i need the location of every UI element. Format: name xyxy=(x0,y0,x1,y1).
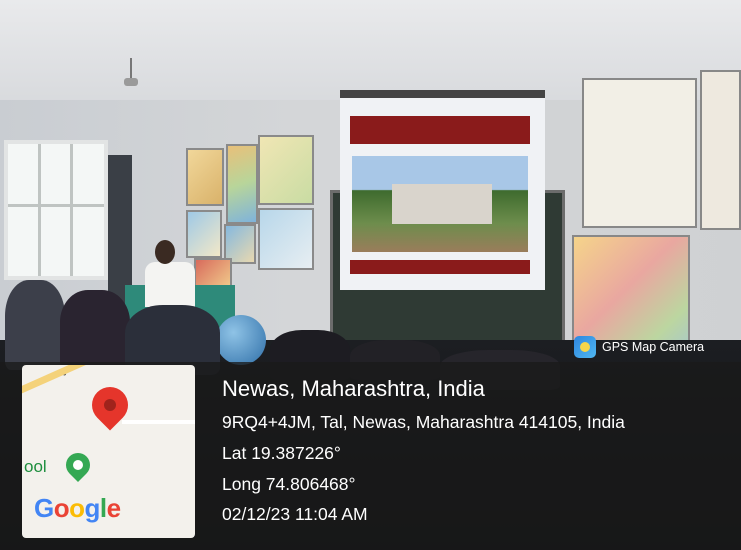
teacher-head xyxy=(155,240,175,264)
teacher xyxy=(145,262,195,307)
photo-frame: GPS Map Camera ••• ool Google Newas, Mah… xyxy=(0,0,741,550)
wall-map xyxy=(258,208,314,270)
location-address: 9RQ4+4JM, Tal, Newas, Maharashtra 414105… xyxy=(222,412,625,432)
google-letter: g xyxy=(84,493,101,523)
slide-footer xyxy=(350,260,530,274)
projector-screen xyxy=(340,90,545,290)
google-letter: o xyxy=(53,493,70,523)
globe xyxy=(216,315,266,365)
wall-map xyxy=(194,258,232,288)
longitude: Long 74.806468° xyxy=(222,474,356,494)
curtain xyxy=(108,155,132,305)
window xyxy=(4,140,108,280)
location-title: Newas, Maharashtra, India xyxy=(222,376,485,401)
wall-map xyxy=(258,135,314,205)
wall-map xyxy=(226,144,258,224)
google-letter: G xyxy=(34,493,54,523)
google-letter: l xyxy=(99,493,107,523)
location-map-thumbnail: ••• ool Google xyxy=(22,365,195,538)
geography-poster xyxy=(582,78,697,228)
google-letter: o xyxy=(69,493,85,523)
wall-map xyxy=(186,210,222,258)
gps-camera-label: GPS Map Camera xyxy=(602,340,705,354)
place-pin-icon xyxy=(61,448,95,482)
latitude: Lat 19.387226° xyxy=(222,443,341,463)
student xyxy=(5,280,65,370)
ceiling-fan xyxy=(118,58,144,88)
google-letter: e xyxy=(106,493,121,523)
geography-poster xyxy=(700,70,741,230)
slide-header xyxy=(350,116,530,144)
gps-camera-badge: GPS Map Camera xyxy=(574,335,714,359)
google-logo: Google xyxy=(34,493,121,524)
capture-datetime: 02/12/23 11:04 AM xyxy=(222,504,368,524)
gps-map-camera-icon xyxy=(574,336,596,358)
wall-map xyxy=(186,148,224,206)
student xyxy=(60,290,130,370)
slide-college-photo xyxy=(352,156,528,252)
map-road xyxy=(122,420,195,424)
map-place-label: ool xyxy=(24,457,47,476)
